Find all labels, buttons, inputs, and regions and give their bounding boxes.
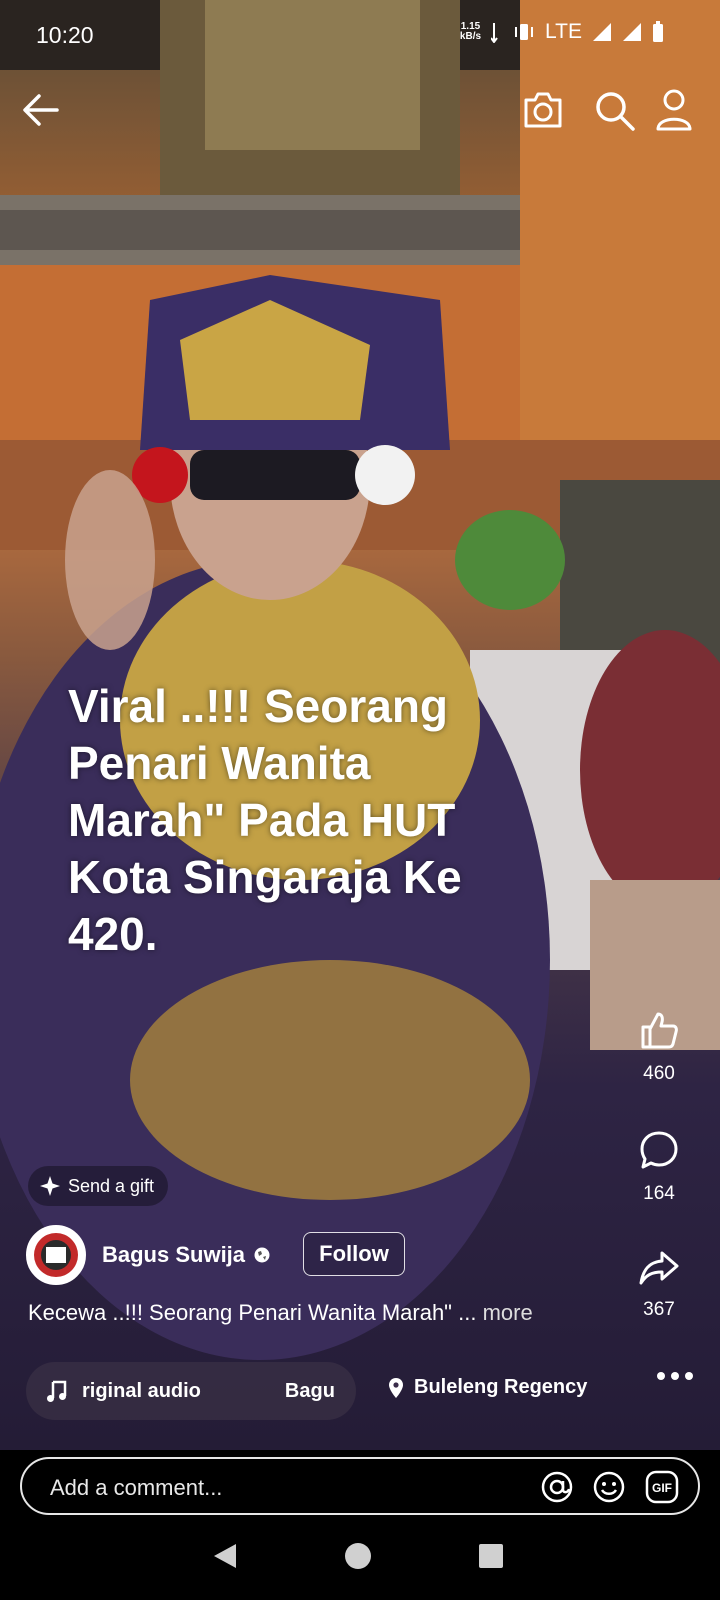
svg-text:GIF: GIF (652, 1481, 672, 1495)
vibrate-icon (515, 24, 534, 40)
person-icon[interactable] (654, 88, 694, 132)
overlay-line: 420. (68, 908, 158, 960)
system-nav-bar (0, 1520, 720, 1600)
top-bar (0, 88, 720, 138)
author-info[interactable]: Bagus Suwija (26, 1225, 271, 1285)
globe-icon (254, 1247, 270, 1263)
comment-bubble-icon[interactable] (639, 1130, 679, 1170)
search-icon[interactable] (594, 90, 636, 132)
like-count: 460 (643, 1063, 675, 1084)
overlay-line: Viral ..!!! Seorang (68, 680, 449, 732)
like-action[interactable]: 460 (624, 1010, 694, 1085)
more-options-icon[interactable] (655, 1370, 695, 1382)
video-overlay-text: Viral ..!!! Seorang Penari Wanita Marah"… (68, 678, 528, 963)
net-speed: 1.15 kB/s (459, 21, 482, 42)
overlay-line: Marah" Pada HUT (68, 794, 456, 846)
network-label: LTE (545, 20, 582, 43)
data-arrows-icon (491, 23, 498, 43)
signal-icon (593, 23, 611, 41)
thumbs-up-icon[interactable] (639, 1010, 679, 1050)
location-pin-icon (389, 1377, 403, 1398)
music-note-icon (47, 1380, 67, 1402)
audio-label: riginal audio (82, 1379, 201, 1402)
share-action[interactable]: 367 (624, 1250, 694, 1321)
nav-home-icon[interactable] (344, 1542, 372, 1570)
audio-artist: Bagu (284, 1379, 335, 1402)
emoji-icon[interactable] (592, 1470, 626, 1504)
avatar[interactable] (26, 1225, 86, 1285)
comment-bar[interactable]: GIF (20, 1457, 700, 1515)
comment-action[interactable]: 164 (624, 1130, 694, 1205)
sparkle-star-icon (40, 1176, 60, 1196)
nav-back-icon[interactable] (212, 1542, 238, 1570)
battery-icon (653, 21, 663, 42)
location-label: Buleleng Regency (414, 1376, 588, 1398)
send-gift-label: Send a gift (68, 1175, 155, 1196)
post-caption[interactable]: Kecewa ..!!! Seorang Penari Wanita Marah… (28, 1300, 533, 1326)
camera-icon[interactable] (522, 90, 564, 130)
status-icons: 1.15 kB/s LTE (460, 20, 664, 44)
comment-input[interactable] (48, 1467, 482, 1509)
avatar-logo (30, 1229, 82, 1281)
overlay-line: Kota Singaraja Ke (68, 851, 462, 903)
caption-text: Kecewa ..!!! Seorang Penari Wanita Marah… (28, 1300, 477, 1325)
status-bar: 10:20 1.15 kB/s LTE (0, 0, 720, 70)
overlay-line: Penari Wanita (68, 737, 371, 789)
author-name[interactable]: Bagus Suwija (102, 1242, 271, 1268)
send-gift-button[interactable]: Send a gift (28, 1166, 169, 1206)
author-name-label: Bagus Suwija (102, 1242, 246, 1267)
comment-count: 164 (643, 1183, 675, 1204)
share-arrow-icon[interactable] (638, 1250, 680, 1286)
gif-icon[interactable]: GIF (645, 1470, 679, 1504)
share-count: 367 (643, 1299, 675, 1320)
nav-recents-icon[interactable] (478, 1543, 504, 1569)
arrow-left-icon[interactable] (22, 93, 60, 127)
video-player[interactable]: 10:20 1.15 kB/s LTE Viral ..!!! Seorang … (0, 0, 720, 1450)
follow-button[interactable]: Follow (303, 1232, 405, 1276)
location-tag[interactable]: Buleleng Regency (388, 1376, 587, 1399)
more-link[interactable]: more (483, 1300, 533, 1325)
signal-icon-2 (623, 23, 641, 41)
mention-icon[interactable] (540, 1470, 574, 1504)
audio-button[interactable]: riginal audio Bagu (26, 1362, 356, 1420)
clock: 10:20 (36, 22, 94, 48)
